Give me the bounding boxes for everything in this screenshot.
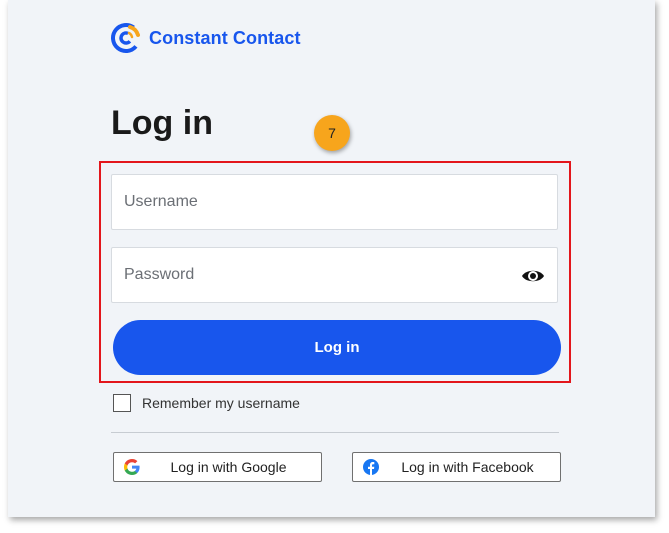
- eye-icon[interactable]: [521, 266, 545, 286]
- password-field[interactable]: [111, 247, 558, 303]
- step-badge: 7: [314, 115, 350, 151]
- login-panel: Constant Contact Log in 7 Log in Remembe…: [8, 0, 655, 517]
- username-field[interactable]: [111, 174, 558, 230]
- username-input[interactable]: [112, 175, 557, 229]
- facebook-login-button[interactable]: Log in with Facebook: [352, 452, 561, 482]
- constant-contact-logo-icon: [111, 23, 141, 53]
- brand-name: Constant Contact: [149, 27, 301, 48]
- remember-label: Remember my username: [142, 395, 300, 411]
- remember-checkbox[interactable]: [113, 394, 131, 412]
- facebook-login-label: Log in with Facebook: [401, 459, 534, 475]
- password-input[interactable]: [112, 248, 557, 302]
- divider: [111, 432, 559, 433]
- login-button[interactable]: Log in: [113, 320, 561, 375]
- remember-username[interactable]: Remember my username: [113, 394, 300, 412]
- brand-logo[interactable]: Constant Contact: [110, 22, 301, 54]
- page-title: Log in: [111, 104, 213, 142]
- google-login-label: Log in with Google: [170, 459, 287, 475]
- google-login-button[interactable]: Log in with Google: [113, 452, 322, 482]
